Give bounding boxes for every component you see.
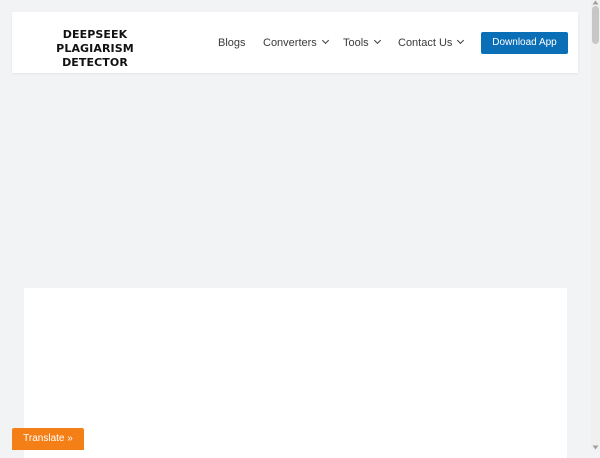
page-scrollbar[interactable] bbox=[591, 0, 600, 450]
nav-blogs-label: Blogs bbox=[218, 37, 246, 49]
logo-line-1: DEEPSEEK PLAGIARISM bbox=[56, 28, 134, 55]
site-logo[interactable]: DEEPSEEK PLAGIARISM DETECTOR bbox=[25, 28, 165, 70]
content-card bbox=[24, 288, 567, 458]
scrollbar-thumb[interactable] bbox=[592, 6, 599, 44]
nav-contact[interactable]: Contact Us bbox=[398, 36, 465, 49]
nav-tools[interactable]: Tools bbox=[343, 36, 381, 49]
nav-tools-label: Tools bbox=[343, 37, 369, 49]
site-header: DEEPSEEK PLAGIARISM DETECTOR Blogs Conve… bbox=[12, 12, 578, 73]
scroll-up-icon[interactable] bbox=[592, 0, 599, 5]
logo-line-2: DETECTOR bbox=[62, 56, 128, 69]
scroll-down-icon[interactable] bbox=[592, 445, 599, 450]
nav-converters[interactable]: Converters bbox=[263, 36, 329, 49]
download-app-button[interactable]: Download App bbox=[481, 32, 568, 54]
chevron-down-icon bbox=[321, 36, 329, 45]
nav-converters-label: Converters bbox=[263, 37, 317, 49]
nav-blogs[interactable]: Blogs bbox=[218, 37, 246, 49]
translate-button[interactable]: Translate » bbox=[12, 428, 84, 450]
chevron-down-icon bbox=[373, 36, 381, 45]
chevron-down-icon bbox=[457, 36, 465, 45]
nav-contact-label: Contact Us bbox=[398, 37, 453, 49]
